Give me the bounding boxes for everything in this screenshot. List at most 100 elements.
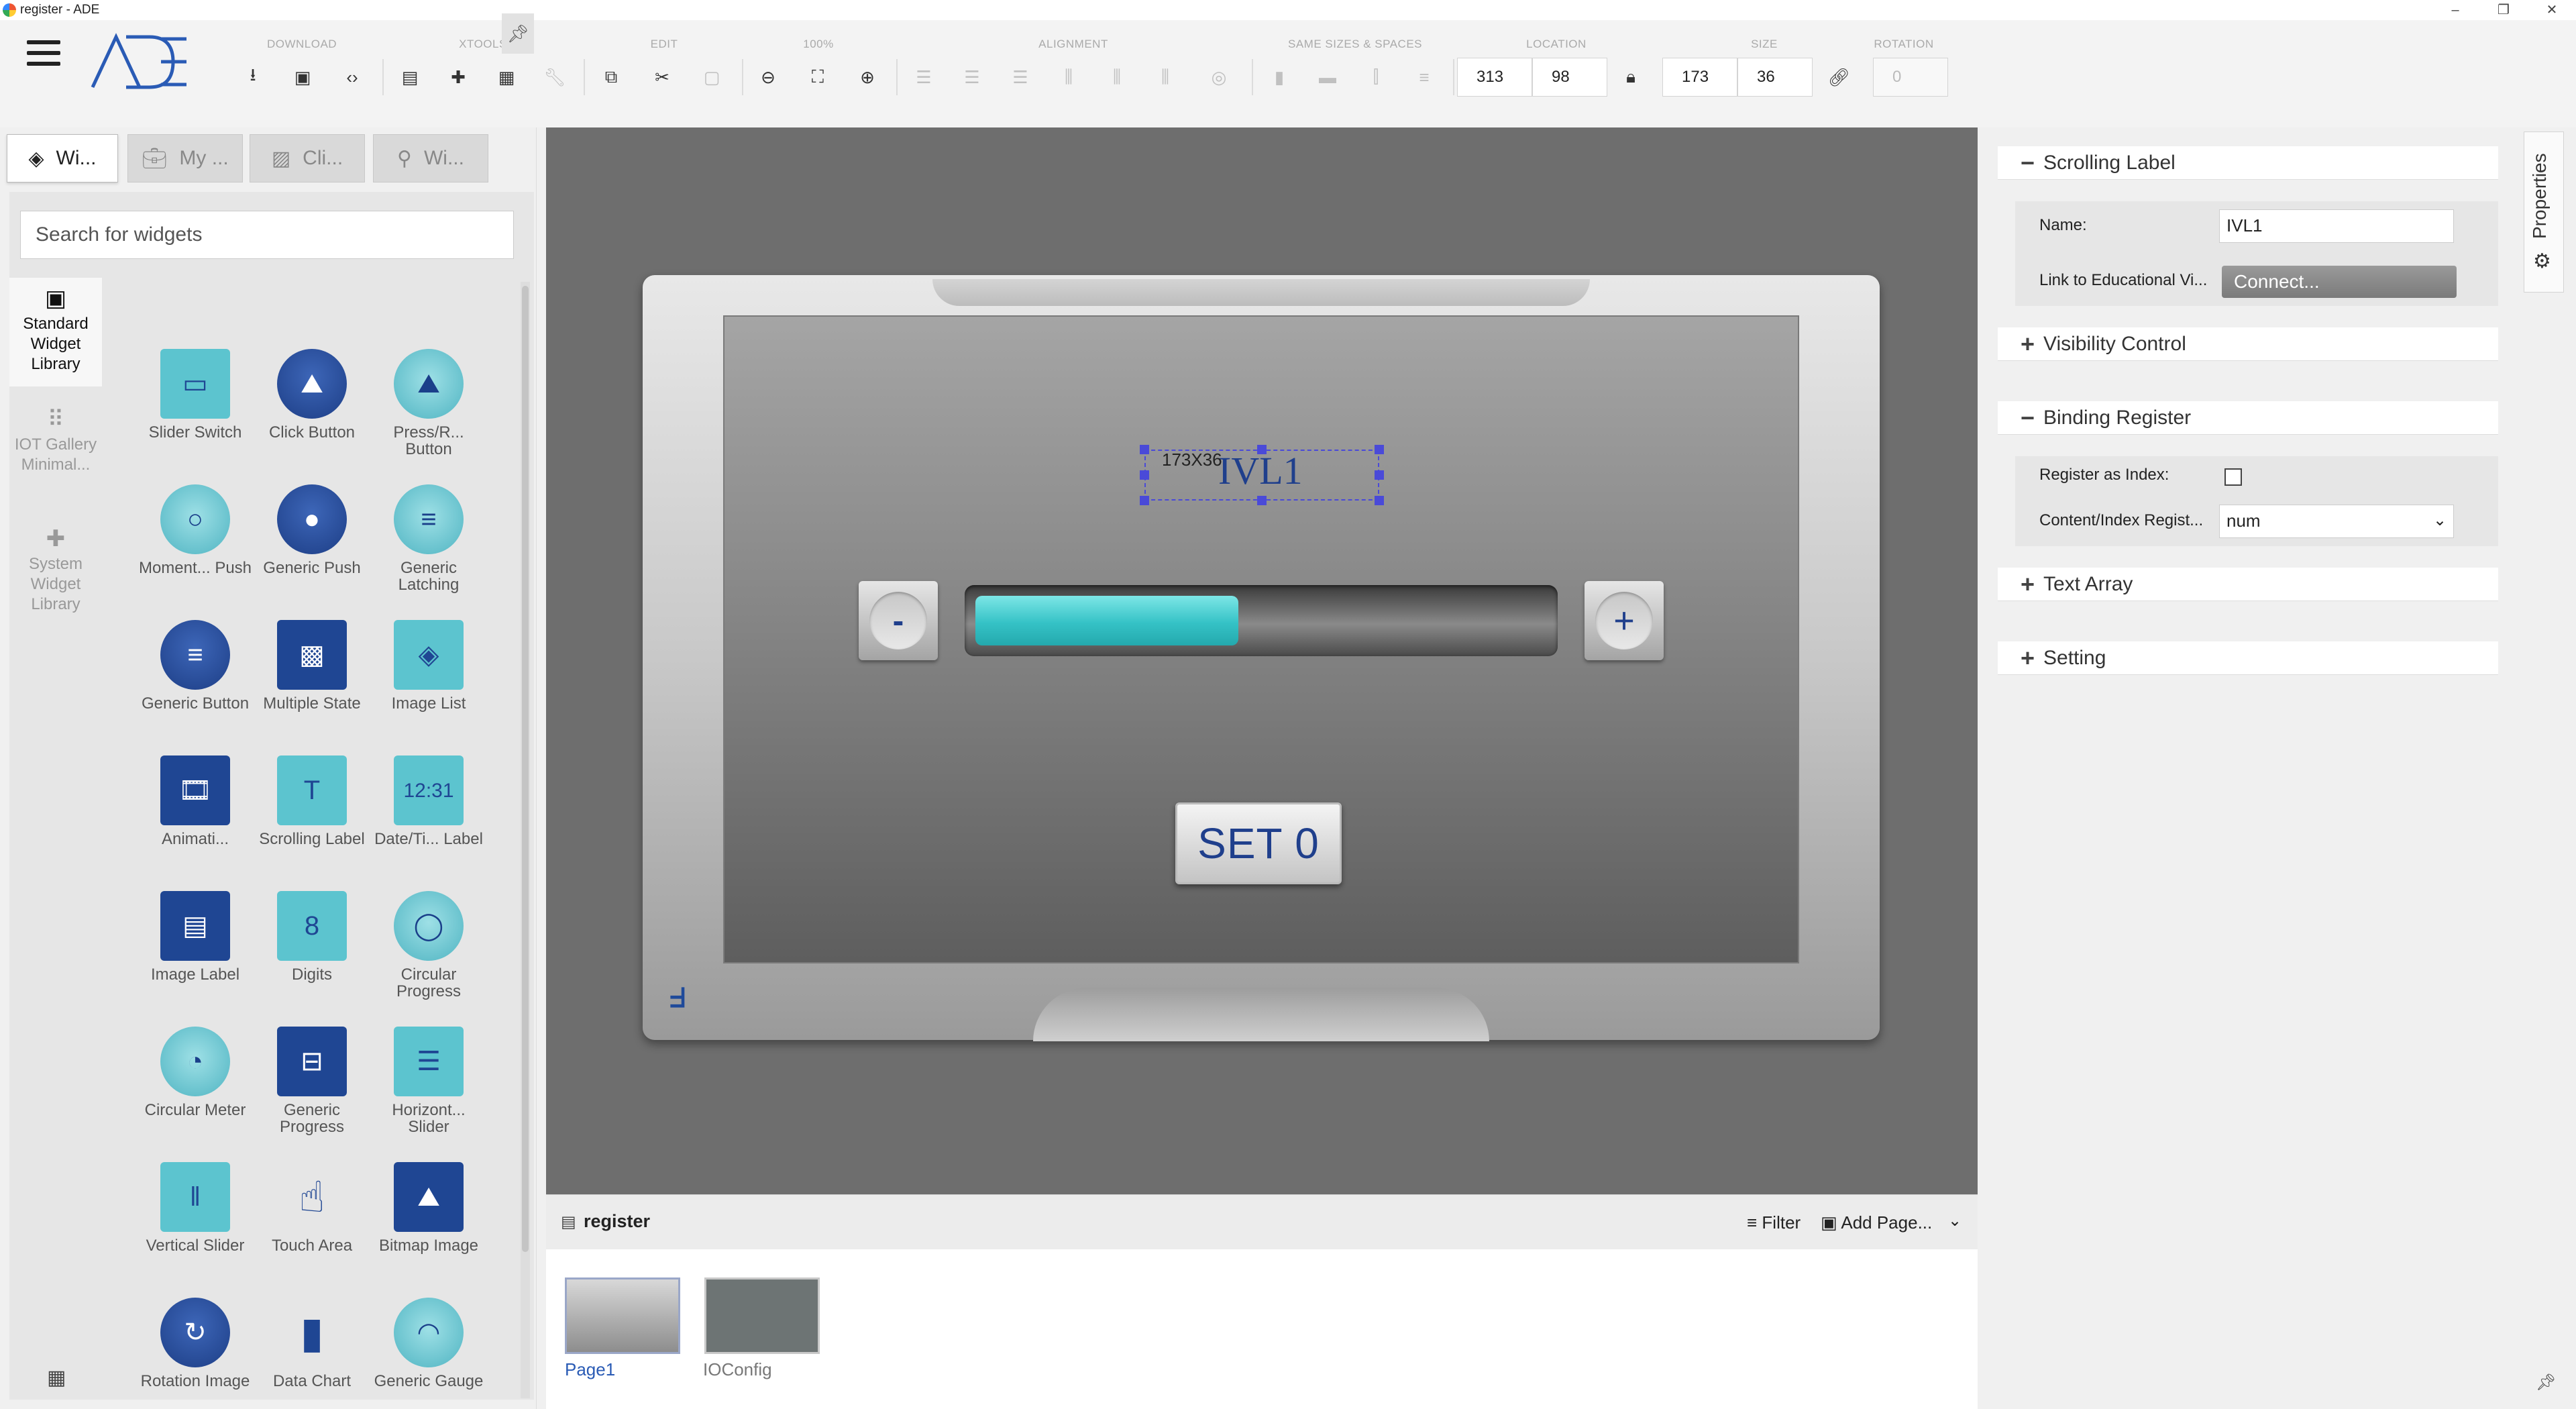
widget-rotation-image[interactable]: ↻ Rotation Image <box>138 1298 252 1398</box>
lock-icon[interactable]: 🔒︎ <box>1610 60 1652 94</box>
widget-vertical-slider[interactable]: ‖ Vertical Slider <box>138 1162 252 1254</box>
section-scrolling-label[interactable]: − Scrolling Label <box>1998 146 2498 180</box>
section-text-array[interactable]: + Text Array <box>1998 568 2498 601</box>
widget-generic-progress[interactable]: ⊟ Generic Progress <box>255 1027 369 1135</box>
resize-handle[interactable] <box>1257 445 1267 454</box>
download-run-icon[interactable]: ▣ <box>282 60 323 94</box>
code-icon[interactable]: ‹› <box>331 60 373 94</box>
zoom-out-icon[interactable]: ⊖ <box>747 60 789 94</box>
location-x-input[interactable]: 313 <box>1457 58 1532 97</box>
resize-handle[interactable] <box>1140 496 1149 505</box>
wrench-icon[interactable]: 🔧︎ <box>534 60 576 94</box>
widget-generic-push[interactable]: ● Generic Push <box>255 484 369 576</box>
page-thumb-ioconfig[interactable] <box>704 1277 820 1354</box>
widget-animation[interactable]: 🎞︎ Animati... <box>138 755 252 847</box>
widget-bitmap-image[interactable]: ⛰ Bitmap Image <box>372 1162 486 1254</box>
size-height-input[interactable]: 36 <box>1737 58 1813 97</box>
align-left-icon[interactable]: ☰ <box>903 60 945 94</box>
search-input[interactable]: Search for widgets <box>20 211 514 259</box>
widget-generic-button[interactable]: ≡ Generic Button <box>138 620 252 712</box>
same-height-icon[interactable]: ▬ <box>1307 60 1348 94</box>
resize-handle[interactable] <box>1375 445 1384 454</box>
cut-icon[interactable]: ✂ <box>641 60 683 94</box>
set-zero-button[interactable]: SET 0 <box>1175 802 1342 884</box>
space-vertical-icon[interactable]: ≡ <box>1403 60 1445 94</box>
close-button[interactable]: ✕ <box>2532 0 2572 20</box>
name-input[interactable]: IVL1 <box>2219 209 2454 243</box>
widget-touch-area[interactable]: ☝ Touch Area <box>255 1162 369 1255</box>
align-bottom-icon[interactable]: ⫼ <box>1144 60 1186 94</box>
align-target-icon[interactable]: ◎ <box>1198 60 1240 94</box>
section-setting[interactable]: + Setting <box>1998 641 2498 675</box>
resize-handle[interactable] <box>1140 445 1149 454</box>
tab-my-widgets[interactable]: 💼︎ My ... <box>127 134 243 182</box>
tab-widget-map[interactable]: ⚲ Wi... <box>373 134 488 182</box>
widgets-grid-icon[interactable]: ▦ <box>486 60 527 94</box>
register-as-index-checkbox[interactable] <box>2224 468 2242 486</box>
widget-generic-latching[interactable]: ≡ Generic Latching <box>372 484 486 593</box>
copy-icon[interactable]: ⧉ <box>590 60 632 94</box>
pin-icon[interactable]: 📌︎ <box>502 13 534 54</box>
sliders-icon[interactable]: ⚙︎ <box>2533 250 2551 273</box>
filter-button[interactable]: ≡ Filter <box>1747 1212 1801 1233</box>
fit-screen-icon[interactable]: ⛶ <box>797 60 839 94</box>
widget-data-chart[interactable]: ▮ Data Chart <box>255 1298 369 1398</box>
zoom-in-icon[interactable]: ⊕ <box>847 60 888 94</box>
section-visibility-control[interactable]: + Visibility Control <box>1998 327 2498 361</box>
location-y-input[interactable]: 98 <box>1532 58 1607 97</box>
page-thumb-page1[interactable] <box>565 1277 680 1354</box>
resize-handle[interactable] <box>1257 496 1267 505</box>
widget-digits[interactable]: 8 Digits <box>255 891 369 983</box>
align-middle-icon[interactable]: ⫼ <box>1096 60 1138 94</box>
resize-handle[interactable] <box>1375 496 1384 505</box>
resize-handle[interactable] <box>1375 470 1384 480</box>
link-icon[interactable]: 🔗︎ <box>1818 60 1860 94</box>
xtools-panel-icon[interactable]: ▤ <box>389 60 431 94</box>
library-system[interactable]: ✚ System Widget Library <box>9 518 102 632</box>
same-width-icon[interactable]: ▮ <box>1258 60 1300 94</box>
widget-image-label[interactable]: ▤ Image Label <box>138 891 252 983</box>
progress-bar[interactable] <box>965 585 1558 656</box>
widget-image-list[interactable]: ◈ Image List <box>372 620 486 712</box>
download-icon[interactable]: ⭳ <box>232 60 274 94</box>
content-register-select[interactable]: num ⌄ <box>2219 505 2454 538</box>
widget-date-time-label[interactable]: 12:31 Date/Ti... Label <box>372 755 486 847</box>
align-right-icon[interactable]: ☰ <box>1000 60 1041 94</box>
add-page-button[interactable]: ▣ Add Page... <box>1821 1212 1932 1233</box>
menu-icon[interactable] <box>27 40 64 70</box>
pin-icon[interactable]: 📌︎ <box>2536 1373 2556 1392</box>
tab-widgets[interactable]: ◈ Wi... <box>7 134 118 182</box>
library-scrollbar-thumb[interactable] <box>522 286 529 1252</box>
widget-horizontal-slider[interactable]: ☰ Horizont... Slider <box>372 1027 486 1135</box>
size-width-input[interactable]: 173 <box>1662 58 1737 97</box>
widget-press-release-button[interactable]: ⛰ Press/R... Button <box>372 349 486 458</box>
restore-button[interactable]: ❐ <box>2483 0 2524 20</box>
widget-circular-meter[interactable]: ◔ Circular Meter <box>138 1027 252 1118</box>
widget-momentary-push[interactable]: ○ Moment... Push <box>138 484 252 576</box>
apps-grid-icon[interactable]: ▦ <box>47 1366 66 1390</box>
puzzle-icon[interactable]: ✚ <box>437 60 479 94</box>
library-standard[interactable]: ▣ Standard Widget Library <box>9 278 102 386</box>
rotation-input[interactable]: 0 <box>1873 58 1948 97</box>
plus-button[interactable]: + <box>1585 581 1664 660</box>
paste-icon[interactable]: ▢ <box>691 60 733 94</box>
page-label-page1[interactable]: Page1 <box>565 1359 615 1380</box>
resize-handle[interactable] <box>1140 470 1149 480</box>
tab-clipart[interactable]: ▨ Cli... <box>250 134 365 182</box>
align-top-icon[interactable]: ⫼ <box>1048 60 1089 94</box>
library-iot-gallery[interactable]: ⠿ IOT Gallery Minimal... <box>9 399 102 513</box>
page-label-ioconfig[interactable]: IOConfig <box>703 1359 772 1380</box>
widget-scrolling-label[interactable]: T Scrolling Label <box>255 755 369 847</box>
widget-circular-progress[interactable]: ◯ Circular Progress <box>372 891 486 1000</box>
connect-button[interactable]: Connect... <box>2222 266 2457 298</box>
widget-click-button[interactable]: ⛰ Click Button <box>255 349 369 441</box>
section-binding-register[interactable]: − Binding Register <box>1998 401 2498 435</box>
widget-slider-switch[interactable]: ▭ Slider Switch <box>138 349 252 441</box>
minimize-button[interactable]: – <box>2435 0 2475 20</box>
widget-multiple-state[interactable]: ▩ Multiple State <box>255 620 369 712</box>
minus-button[interactable]: - <box>859 581 938 660</box>
align-center-icon[interactable]: ☰ <box>951 60 993 94</box>
space-horizontal-icon[interactable]: ⫿ <box>1355 60 1397 94</box>
widget-generic-gauge[interactable]: ◠ Generic Gauge <box>372 1298 486 1398</box>
chevron-down-icon[interactable]: ⌄ <box>1948 1211 1962 1231</box>
